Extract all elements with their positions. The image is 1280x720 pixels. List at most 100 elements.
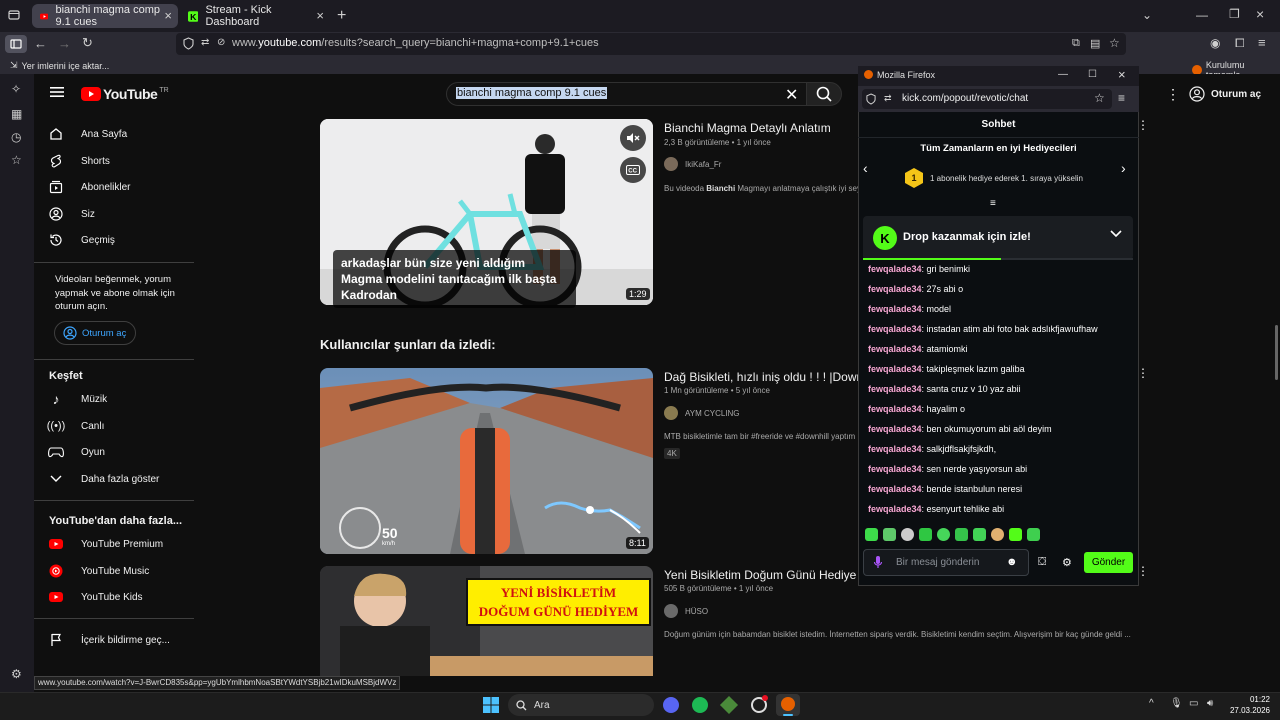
- extensions-icon[interactable]: ⧠: [1235, 36, 1245, 51]
- history-icon[interactable]: ◷: [11, 130, 21, 144]
- clear-search-icon[interactable]: ✕: [785, 85, 798, 105]
- search-button[interactable]: [806, 82, 842, 106]
- popup-close-icon[interactable]: ×: [1118, 67, 1126, 82]
- volume-icon[interactable]: 🔊︎: [1207, 698, 1213, 709]
- bookmark-star-icon[interactable]: ☆: [1109, 36, 1120, 50]
- emote-icon[interactable]: [955, 528, 968, 541]
- youtube-logo[interactable]: YouTube TR: [81, 86, 169, 102]
- sidebar-item-youtube-premium[interactable]: YouTube Premium: [48, 531, 163, 557]
- sidebar-item-subscriptions[interactable]: Abonelikler: [48, 174, 130, 200]
- video-title[interactable]: Yeni Bisikletim Doğum Günü Hediye: [664, 568, 858, 582]
- chevron-left-icon[interactable]: ‹: [863, 160, 868, 176]
- pinned-expand-icon[interactable]: ≡: [990, 198, 996, 209]
- youtube-premium-icon: [48, 536, 64, 552]
- subscriptions-icon: [48, 179, 64, 195]
- emote-icon[interactable]: [865, 528, 878, 541]
- tab-youtube[interactable]: bianchi magma comp 9.1 cues ×: [32, 4, 178, 28]
- sidebar-toggle-button[interactable]: [5, 35, 27, 53]
- import-bookmarks-link[interactable]: ⇲ Yer imlerini içe aktar...: [10, 60, 109, 71]
- video-title[interactable]: Dağ Bisikleti, hızlı iniş oldu ! ! ! |Do…: [664, 370, 858, 384]
- ai-chatbot-icon[interactable]: ✧: [11, 82, 21, 96]
- forward-icon[interactable]: →: [58, 36, 71, 51]
- channel-link[interactable]: AYM CYCLING: [664, 406, 740, 420]
- spotify-icon[interactable]: [692, 697, 708, 713]
- channel-link[interactable]: HÜSO: [664, 604, 708, 618]
- clock-date: 27.03.2026: [1229, 706, 1270, 715]
- permissions-icon[interactable]: ⇄: [884, 93, 892, 104]
- channel-link[interactable]: IkiKafa_Fr: [664, 157, 721, 171]
- taskbar-search[interactable]: Ara: [508, 694, 654, 716]
- captions-button[interactable]: CC: [620, 157, 646, 183]
- restore-icon[interactable]: ❐: [1229, 7, 1240, 21]
- video-duration: 8:11: [626, 537, 649, 549]
- sidebar-show-more[interactable]: Daha fazla göster: [48, 466, 159, 492]
- emote-icon[interactable]: [1027, 528, 1040, 541]
- more-from-youtube-heading: YouTube'dan daha fazla...: [49, 515, 182, 527]
- synced-tabs-icon[interactable]: ▦: [11, 107, 22, 121]
- sidebar-item-home[interactable]: Ana Sayfa: [48, 121, 127, 147]
- sidebar-item-history[interactable]: Geçmiş: [48, 227, 115, 253]
- menu-icon[interactable]: ≡: [1258, 35, 1266, 50]
- gift-icon[interactable]: ⛋: [1038, 556, 1046, 569]
- not-secure-icon[interactable]: ⊘: [217, 37, 225, 48]
- hamburger-menu-icon[interactable]: [50, 86, 64, 98]
- sidebar-item-you[interactable]: Siz: [48, 201, 95, 227]
- reload-icon[interactable]: ↻: [82, 35, 93, 51]
- emote-icon[interactable]: [883, 528, 896, 541]
- bookmark-star-icon[interactable]: ☆: [1094, 91, 1105, 105]
- sidebar-item-live[interactable]: ((•)) Canlı: [47, 413, 105, 439]
- network-icon[interactable]: ▭: [1189, 698, 1198, 709]
- chevron-down-icon[interactable]: [1110, 230, 1122, 238]
- taskbar-clock[interactable]: 01:22 27.03.2026: [1228, 694, 1270, 716]
- header-signin-button[interactable]: Oturum aç: [1189, 82, 1261, 106]
- sidebar-item-youtube-music[interactable]: YouTube Music: [48, 558, 149, 584]
- close-window-icon[interactable]: ×: [1256, 6, 1264, 22]
- emote-icon[interactable]: [991, 528, 1004, 541]
- sidebar-signin-button[interactable]: Oturum aç: [54, 321, 136, 345]
- popup-maximize-icon[interactable]: ☐: [1088, 69, 1097, 80]
- sidebar-item-youtube-kids[interactable]: YouTube Kids: [48, 584, 143, 610]
- customize-sidebar-icon[interactable]: ⚙: [11, 667, 22, 681]
- close-tab-icon[interactable]: ×: [164, 8, 172, 23]
- microphone-tray-icon[interactable]: 🎙︎: [1170, 698, 1183, 709]
- popup-minimize-icon[interactable]: —: [1058, 69, 1068, 80]
- minimize-icon[interactable]: —: [1196, 8, 1208, 22]
- menu-icon[interactable]: ≡: [1118, 91, 1125, 105]
- screenshot-icon[interactable]: ⧉: [1072, 37, 1080, 50]
- video-title[interactable]: Bianchi Magma Detaylı Anlatım: [664, 121, 831, 135]
- shield-icon[interactable]: [866, 93, 876, 105]
- microphone-icon[interactable]: [873, 555, 883, 569]
- chevron-right-icon[interactable]: ›: [1121, 160, 1126, 176]
- mute-button[interactable]: [620, 125, 646, 151]
- emote-icon[interactable]: [973, 528, 986, 541]
- emote-bar: [865, 528, 1040, 541]
- back-icon[interactable]: ←: [34, 36, 47, 51]
- discord-icon[interactable]: [663, 697, 679, 713]
- emote-icon[interactable]: [1009, 528, 1022, 541]
- system-tray-chevron-icon[interactable]: ^: [1149, 698, 1154, 709]
- list-all-tabs-icon[interactable]: ⌄: [1142, 8, 1152, 22]
- send-button[interactable]: Gönder: [1084, 552, 1133, 573]
- tab-overview-icon[interactable]: [8, 9, 20, 21]
- permissions-icon[interactable]: ⇄: [201, 37, 209, 48]
- emote-icon[interactable]: [919, 528, 932, 541]
- emote-icon[interactable]: [937, 528, 950, 541]
- video-thumbnail[interactable]: [320, 368, 653, 554]
- windows-start-icon[interactable]: [483, 697, 499, 713]
- shield-icon[interactable]: [183, 37, 194, 50]
- emoji-icon[interactable]: ☻: [1006, 556, 1018, 568]
- tab-kick-dashboard[interactable]: K Stream - Kick Dashboard ×: [180, 4, 330, 28]
- settings-gear-icon[interactable]: ⚙: [1062, 556, 1072, 569]
- sidebar-item-gaming[interactable]: Oyun: [48, 439, 105, 465]
- sidebar-item-shorts[interactable]: Shorts: [48, 148, 110, 174]
- more-options-icon[interactable]: ⋮: [1166, 86, 1180, 103]
- emote-icon[interactable]: [901, 528, 914, 541]
- bookmarks-icon[interactable]: ☆: [11, 153, 22, 167]
- sidebar-item-music[interactable]: ♪ Müzik: [48, 386, 108, 412]
- sidebar-item-report-history[interactable]: İçerik bildirme geç...: [48, 627, 170, 653]
- page-scrollbar[interactable]: [1275, 325, 1278, 380]
- new-tab-icon[interactable]: +: [337, 7, 346, 25]
- account-icon[interactable]: ◉: [1210, 36, 1220, 50]
- reader-view-icon[interactable]: ▤: [1090, 37, 1100, 50]
- close-tab-icon[interactable]: ×: [316, 8, 324, 23]
